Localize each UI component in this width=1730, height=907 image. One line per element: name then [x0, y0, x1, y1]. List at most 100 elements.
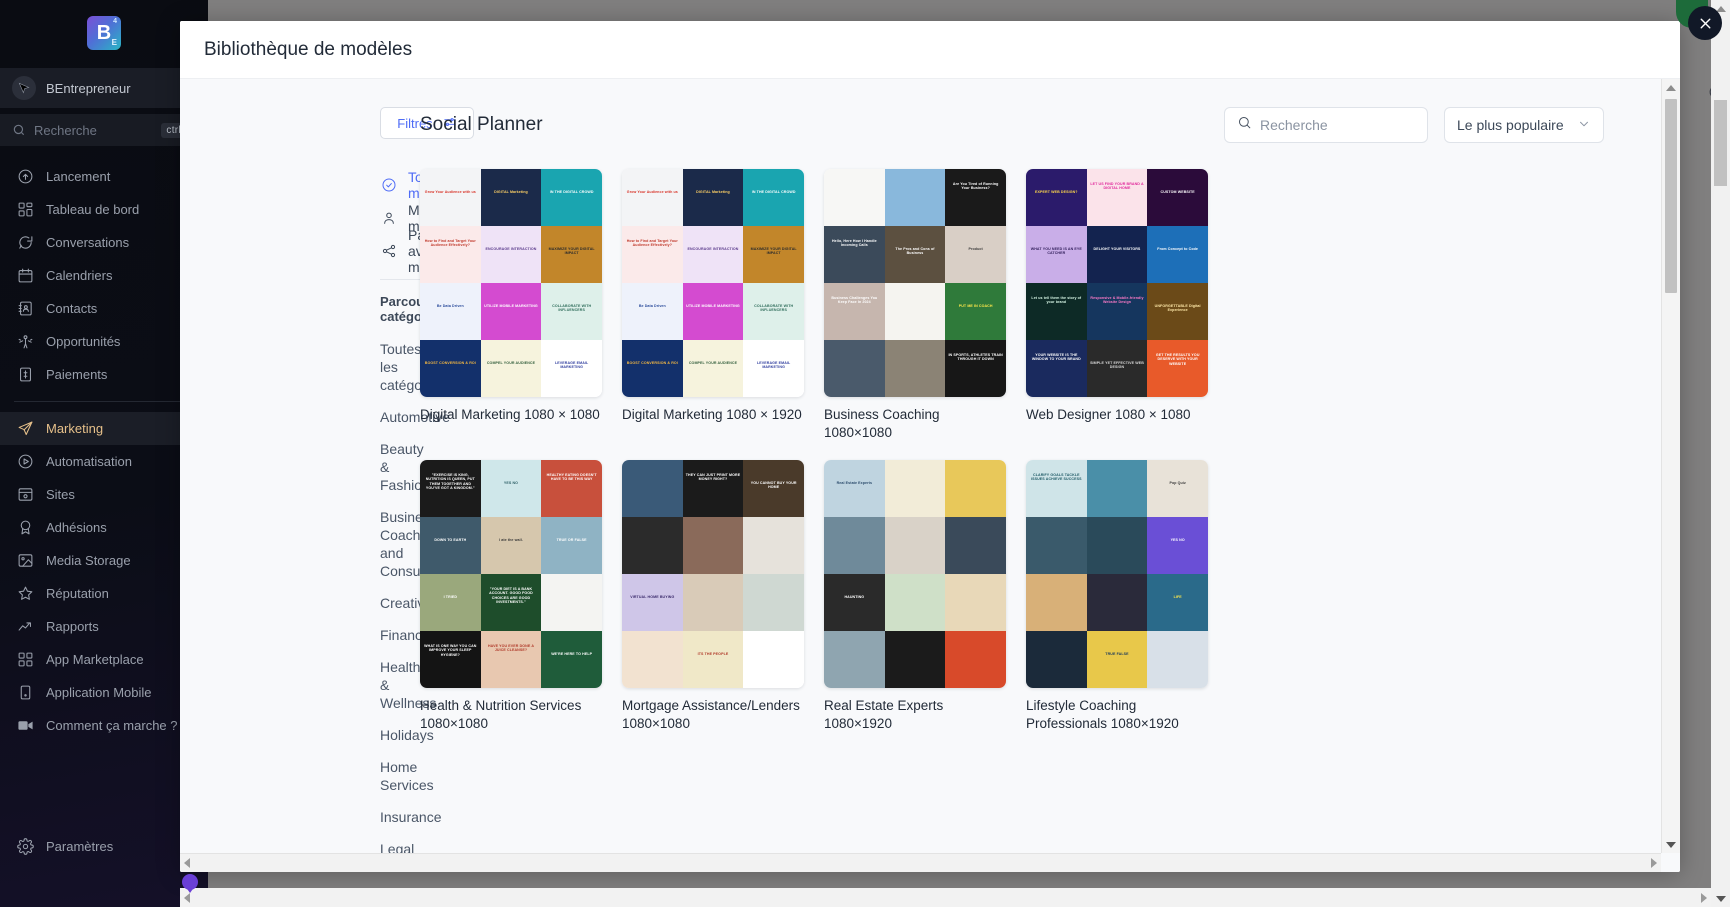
sidebar-item-marketing[interactable]: Marketing — [0, 412, 208, 445]
thumb-tile: Let us tell them the story of your brand — [1026, 283, 1087, 340]
category-item[interactable]: Automotive — [380, 408, 450, 426]
page-vscroll-thumb[interactable] — [1714, 100, 1727, 186]
sidebar-item-r-putation[interactable]: Réputation — [0, 577, 208, 610]
sidebar-item-tableau-de-bord[interactable]: Tableau de bord — [0, 193, 208, 226]
template-thumbnail[interactable]: Are You Tired of Running Your Business? H… — [824, 169, 1006, 397]
thumb-tile-caption: Pop Quiz — [1169, 480, 1186, 485]
thumb-tile-caption: I TRIED — [443, 594, 458, 599]
thumb-tile — [743, 517, 804, 574]
sidebar-item-contacts[interactable]: Contacts — [0, 292, 208, 325]
category-item[interactable]: Home Services — [380, 758, 434, 794]
category-item[interactable]: Health & Wellness — [380, 658, 437, 712]
scroll-up-arrow-icon[interactable] — [1662, 79, 1680, 96]
thumb-tile-caption: IN SPORTS, ATHLETES TRAIN THROUGH IT DOW… — [948, 352, 1003, 362]
sidebar-item-automatisation[interactable]: Automatisation — [0, 445, 208, 478]
modal-header: Bibliothèque de modèles — [180, 21, 1680, 79]
thumb-tile: DOWN TO EARTH — [420, 517, 481, 574]
template-thumbnail[interactable]: Grow Your Audience with us DIGITAL Market… — [622, 169, 804, 397]
page-vertical-scrollbar[interactable] — [1711, 0, 1730, 907]
thumb-tile: Hello, Here How I Handle Incoming Calls — [824, 226, 885, 283]
sidebar-item-media-storage[interactable]: Media Storage — [0, 544, 208, 577]
sidebar-item-label: Paiements — [46, 367, 108, 382]
template-search-box[interactable] — [1224, 107, 1428, 143]
automation-icon — [16, 453, 34, 471]
thumb-tile: ITS THE PEOPLE — [682, 631, 744, 688]
sidebar-item-comment-a-marche[interactable]: Comment ça marche ? — [0, 709, 208, 742]
sort-dropdown[interactable]: Le plus populaire — [1444, 107, 1604, 143]
template-card[interactable]: Grow Your Audience with us DIGITAL Market… — [622, 169, 804, 442]
sidebar-item-paiements[interactable]: Paiements — [0, 358, 208, 391]
modal-horizontal-scrollbar[interactable] — [180, 853, 1661, 872]
category-item[interactable]: Business, Coaching and Consulting — [380, 508, 446, 580]
template-card[interactable]: Real Estate Experts HAUNTING Real Estate E… — [824, 460, 1006, 733]
account-switcher[interactable]: BEntrepreneur — [0, 68, 208, 108]
sidebar-search[interactable]: Recherche ctrl K — [0, 114, 208, 146]
scroll-down-arrow-icon[interactable] — [1662, 836, 1680, 853]
template-card[interactable]: Are You Tired of Running Your Business? H… — [824, 169, 1006, 442]
brand-logo-wrap[interactable]: B 4 E — [0, 0, 208, 66]
scroll-right-arrow-icon[interactable] — [1651, 858, 1657, 868]
page-scroll-left-arrow-icon[interactable] — [184, 892, 190, 903]
template-thumbnail[interactable]: Real Estate Experts HAUNTING — [824, 460, 1006, 688]
thumb-tile: I TRIED — [420, 574, 481, 631]
thumb-tile-caption: TRUE OR FALSE — [556, 537, 587, 542]
page-horizontal-scrollbar[interactable] — [180, 888, 1711, 907]
template-card[interactable]: THEY CAN JUST PRINT MORE MONEY RIGHT? YOU… — [622, 460, 804, 733]
thumb-tile-caption: UNFORGETTABLE Digital Experience — [1154, 303, 1201, 313]
thumb-tile-caption: How to Find and Target Your Audience Eff… — [424, 238, 476, 248]
template-thumbnail[interactable]: CLARIFY GOALS TACKLE ISSUES ACHIEVE SUCC… — [1026, 460, 1208, 688]
page-scroll-down-arrow-icon[interactable] — [1711, 890, 1730, 907]
sidebar-item-sites[interactable]: Sites — [0, 478, 208, 511]
sidebar-divider-1 — [14, 401, 194, 402]
library-nav-item-tous-les-mod-les[interactable]: Tous les modèles — [380, 169, 461, 201]
thumb-tile-caption: Responsive & Mobile-friendly Website Des… — [1090, 295, 1144, 305]
category-item[interactable]: Beauty & Fashion — [380, 440, 430, 494]
category-item[interactable]: Creative — [380, 594, 432, 612]
sidebar-item-opportunit-s[interactable]: Opportunités — [0, 325, 208, 358]
page-scroll-right-arrow-icon[interactable] — [1701, 892, 1707, 903]
template-thumbnail[interactable]: THEY CAN JUST PRINT MORE MONEY RIGHT? YOU… — [622, 460, 804, 688]
sidebar-item-calendriers[interactable]: Calendriers — [0, 259, 208, 292]
thumb-tile-caption: GET THE RESULTS YOU DESERVE WITH YOUR WE… — [1155, 352, 1200, 366]
contacts-icon — [16, 300, 34, 318]
thumb-tile-caption: COLLABORATE WITH INFLUENCERS — [754, 303, 794, 313]
modal-vscroll-thumb[interactable] — [1665, 99, 1677, 293]
thumb-tile: How to Find and Target Your Audience Eff… — [420, 226, 481, 283]
sidebar-item-settings[interactable]: Paramètres — [0, 830, 208, 863]
category-item[interactable]: Toutes les catégories — [380, 340, 445, 394]
dashboard-icon — [16, 201, 34, 219]
thumb-tile — [622, 631, 683, 688]
library-nav-item-partag-avec-moi[interactable]: Partagé avec moi — [380, 227, 457, 275]
category-item[interactable]: Financial — [380, 626, 436, 644]
template-thumbnail[interactable]: "EXERCISE IS KING, NUTRITION IS QUEEN, P… — [420, 460, 602, 688]
template-card[interactable]: CLARIFY GOALS TACKLE ISSUES ACHIEVE SUCC… — [1026, 460, 1208, 733]
sidebar-item-lancement[interactable]: Lancement — [0, 160, 208, 193]
sidebar-item-app-marketplace[interactable]: App Marketplace — [0, 643, 208, 676]
thumb-tile-caption: LIFE — [1173, 594, 1182, 599]
template-thumbnail[interactable]: EXPERT WEB DESIGN? LET US FIND YOUR BRAND… — [1026, 169, 1208, 397]
template-search-input[interactable] — [1260, 117, 1415, 133]
thumb-tile — [884, 631, 946, 688]
template-card[interactable]: Grow Your Audience with us DIGITAL Market… — [420, 169, 602, 442]
category-item[interactable]: Holidays — [380, 726, 434, 744]
modal-vertical-scrollbar[interactable] — [1661, 79, 1680, 853]
sidebar-item-conversations[interactable]: Conversations — [0, 226, 208, 259]
template-card[interactable]: EXPERT WEB DESIGN? LET US FIND YOUR BRAND… — [1026, 169, 1208, 442]
template-library-modal: Bibliothèque de modèles Filtres Tous les… — [180, 21, 1680, 872]
sidebar-item-rapports[interactable]: Rapports — [0, 610, 208, 643]
close-modal-button[interactable] — [1688, 6, 1722, 40]
template-thumbnail[interactable]: Grow Your Audience with us DIGITAL Market… — [420, 169, 602, 397]
thumb-tile: YOUR WEBSITE IS THE WINDOW TO YOUR BRAND — [1026, 340, 1087, 397]
scroll-left-arrow-icon[interactable] — [184, 858, 190, 868]
sidebar-item-label: Marketing — [46, 421, 104, 436]
category-item[interactable]: Insurance — [380, 808, 441, 826]
sidebar-item-adh-sions[interactable]: Adhésions — [0, 511, 208, 544]
template-card[interactable]: "EXERCISE IS KING, NUTRITION IS QUEEN, P… — [420, 460, 602, 733]
sidebar-item-application-mobile[interactable]: Application Mobile — [0, 676, 208, 709]
thumb-tile — [743, 574, 804, 631]
thumb-tile — [945, 460, 1006, 517]
thumb-tile — [1026, 517, 1087, 574]
sidebar-item-label: Sites — [46, 487, 75, 502]
thumb-tile-caption: DIGITAL Marketing — [494, 189, 528, 194]
thumb-tile-caption: Let us tell them the story of your brand — [1031, 295, 1082, 305]
